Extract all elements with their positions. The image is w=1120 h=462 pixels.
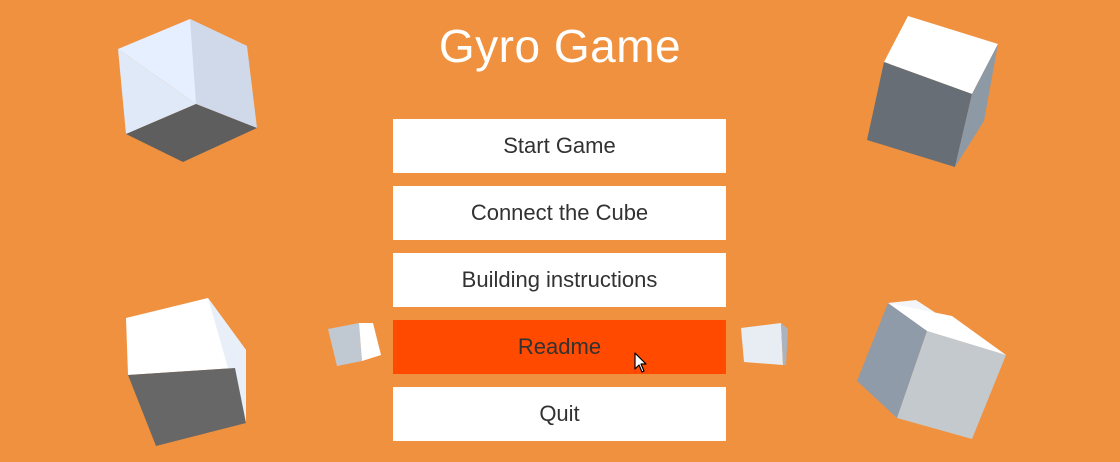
main-menu-screen: Gyro Game Start Game Connect the Cube Bu… <box>0 0 1120 462</box>
mouse-pointer-icon <box>634 352 647 373</box>
readme-button[interactable]: Readme <box>393 320 726 374</box>
building-instructions-button[interactable]: Building instructions <box>393 253 726 307</box>
quit-button[interactable]: Quit <box>393 387 726 441</box>
game-title: Gyro Game <box>438 20 682 72</box>
connect-the-cube-button[interactable]: Connect the Cube <box>393 186 726 240</box>
start-game-button[interactable]: Start Game <box>393 119 726 173</box>
